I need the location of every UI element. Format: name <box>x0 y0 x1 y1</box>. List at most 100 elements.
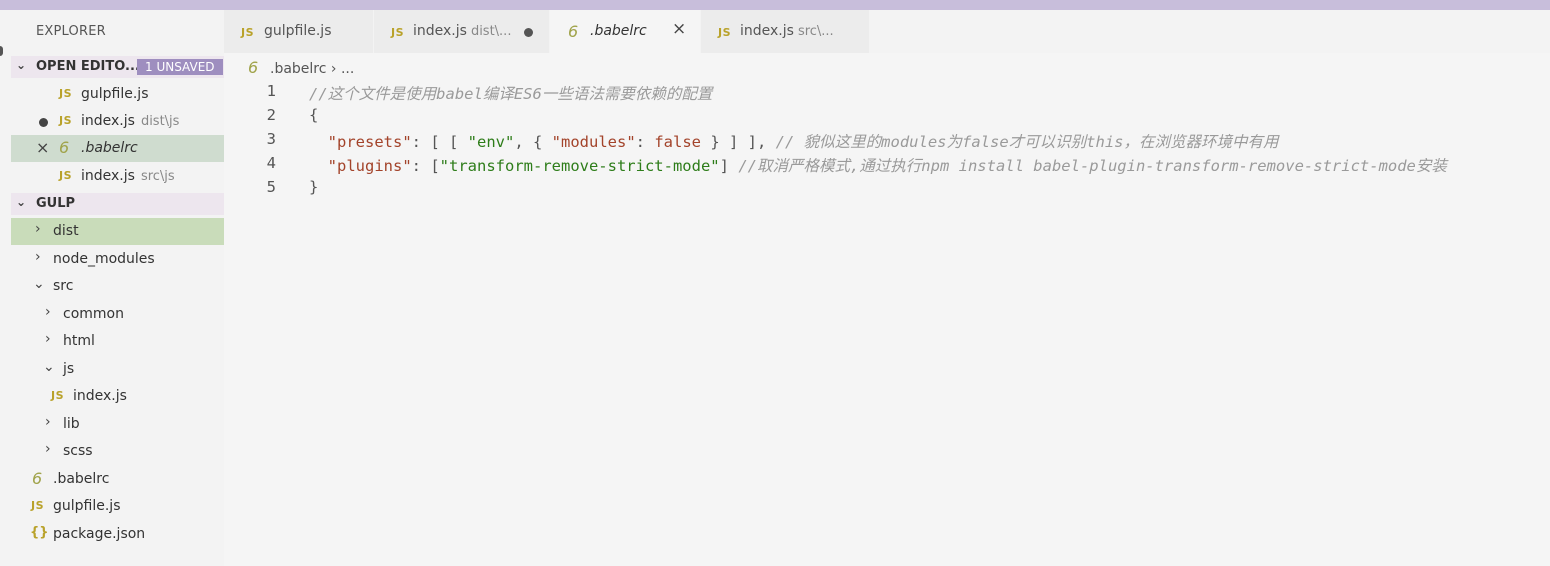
code-line: 3 "presets": [ [ "env", { "modules": fal… <box>224 128 1550 152</box>
open-editor-index-src[interactable]: JS index.js src\js <box>11 163 224 190</box>
open-editor-path: src\js <box>140 169 175 184</box>
edge-indicator <box>0 46 3 56</box>
tree-label: js <box>63 361 75 377</box>
tree-folder-lib[interactable]: › lib <box>11 411 224 438</box>
open-editor-index-dist[interactable]: JS index.js dist\js <box>11 108 224 135</box>
line-number: 3 <box>266 130 276 148</box>
tree-label: index.js <box>73 388 127 404</box>
tree-label: .babelrc <box>53 471 110 487</box>
tree-folder-common[interactable]: › common <box>11 301 224 328</box>
js-file-icon: JS <box>241 26 255 39</box>
code-key: "plugins" <box>327 157 412 175</box>
tab-label: index.js src\... <box>740 23 834 39</box>
tree-file-index-js[interactable]: JS index.js <box>11 383 224 410</box>
title-bar <box>0 0 1550 10</box>
tree-folder-node-modules[interactable]: › node_modules <box>11 246 224 273</box>
chevron-down-icon: ⌄ <box>16 195 27 209</box>
code-line: 5 } <box>224 176 1550 200</box>
babel-file-icon: 6 <box>568 22 579 41</box>
js-file-icon: JS <box>718 26 732 39</box>
code-line: 4 "plugins": ["transform-remove-strict-m… <box>224 152 1550 176</box>
code-comment: // 貌似这里的modules为false才可以识别this，在浏览器环境中有用 <box>775 133 1279 151</box>
code-line: 1 //这个文件是使用babel编译ES6一些语法需要依赖的配置 <box>224 80 1550 104</box>
chevron-down-icon: ⌄ <box>43 359 55 375</box>
open-editors-title: OPEN EDITO... <box>36 59 140 74</box>
json-file-icon: {} <box>30 525 49 540</box>
tree-file-babelrc[interactable]: 6 .babelrc <box>11 466 224 493</box>
tree-folder-js[interactable]: ⌄ js <box>11 356 224 383</box>
js-file-icon: JS <box>391 26 405 39</box>
explorer-title: EXPLORER <box>36 24 106 39</box>
tab-babelrc[interactable]: 6 .babelrc × <box>550 10 701 53</box>
chevron-down-icon: ⌄ <box>33 276 45 292</box>
tab-label: gulpfile.js <box>264 23 332 39</box>
code-string: "transform-remove-strict-mode" <box>439 157 720 175</box>
code-boolean: false <box>654 133 702 151</box>
open-editor-label: index.js dist\js <box>81 113 180 129</box>
tree-label: lib <box>63 416 80 432</box>
chevron-down-icon: ⌄ <box>16 58 27 72</box>
tree-label: src <box>53 278 74 294</box>
close-icon[interactable]: × <box>672 19 686 39</box>
code-editor[interactable]: 6 .babelrc › ... 1 //这个文件是使用babel编译ES6一些语… <box>224 53 1550 566</box>
tree-folder-scss[interactable]: › scss <box>11 438 224 465</box>
tree-label: node_modules <box>53 251 155 267</box>
tab-path: dist\... <box>470 24 512 39</box>
code-comment: //这个文件是使用babel编译ES6一些语法需要依赖的配置 <box>309 85 713 103</box>
tree-label: html <box>63 333 95 349</box>
editor-tab-bar: JS gulpfile.js JS index.js dist\... 6 .ba… <box>224 10 1550 53</box>
line-number: 1 <box>266 82 276 100</box>
code-brace: } <box>309 178 319 196</box>
code-key: "presets" <box>327 133 412 151</box>
line-number: 4 <box>266 154 276 172</box>
tree-folder-dist[interactable]: › dist <box>11 218 224 245</box>
tab-label: index.js dist\... <box>413 23 512 39</box>
babel-file-icon: 6 <box>59 138 70 157</box>
tree-label: scss <box>63 443 93 459</box>
open-editor-label: .babelrc <box>81 140 138 156</box>
open-editor-gulpfile[interactable]: JS gulpfile.js <box>11 81 224 108</box>
code-brace: { <box>309 106 319 124</box>
tree-label: common <box>63 306 124 322</box>
tab-label: .babelrc <box>590 23 647 39</box>
breadcrumb-more[interactable]: ... <box>341 61 354 77</box>
open-editor-label: index.js src\js <box>81 168 175 184</box>
tab-gulpfile[interactable]: JS gulpfile.js <box>224 10 374 53</box>
explorer-sidebar: EXPLORER ⌄ OPEN EDITO... 1 UNSAVED JS gu… <box>11 10 224 566</box>
tree-label: gulpfile.js <box>53 498 121 514</box>
vscode-window: EXPLORER ⌄ OPEN EDITO... 1 UNSAVED JS gu… <box>0 0 1550 566</box>
chevron-right-icon: › <box>35 221 41 237</box>
activity-edge <box>0 10 11 566</box>
code-line: 2 { <box>224 104 1550 128</box>
chevron-right-icon: › <box>35 249 41 265</box>
open-editors-header[interactable]: ⌄ OPEN EDITO... 1 UNSAVED <box>11 56 224 78</box>
tab-index-dist[interactable]: JS index.js dist\... <box>374 10 550 53</box>
open-editor-babelrc[interactable]: × 6 .babelrc <box>11 135 224 162</box>
chevron-right-icon: › <box>45 304 51 320</box>
tree-folder-src[interactable]: ⌄ src <box>11 273 224 300</box>
gulp-folder-header[interactable]: ⌄ GULP <box>11 193 224 215</box>
tree-label: package.json <box>53 526 146 542</box>
tab-index-src[interactable]: JS index.js src\... <box>701 10 870 53</box>
breadcrumb-file[interactable]: .babelrc <box>270 61 326 77</box>
code-key: "modules" <box>551 133 636 151</box>
js-file-icon: JS <box>59 87 73 100</box>
line-number: 2 <box>266 106 276 124</box>
babel-file-icon: 6 <box>32 469 43 488</box>
tree-label: dist <box>53 223 79 239</box>
gulp-folder-title: GULP <box>36 196 76 211</box>
chevron-right-icon: › <box>45 331 51 347</box>
unsaved-dot-icon[interactable] <box>524 28 533 37</box>
unsaved-dot-icon[interactable] <box>39 118 48 127</box>
tree-file-gulpfile[interactable]: JS gulpfile.js <box>11 493 224 520</box>
tree-file-package-json[interactable]: {} package.json <box>11 521 224 548</box>
breadcrumb: 6 .babelrc › ... <box>248 58 354 77</box>
code-comment: //取消严格模式,通过执行npm install babel-plugin-tr… <box>738 157 1447 175</box>
code-string: "env" <box>467 133 515 151</box>
close-icon[interactable]: × <box>36 138 49 157</box>
tree-folder-html[interactable]: › html <box>11 328 224 355</box>
tab-path: src\... <box>797 24 834 39</box>
chevron-right-icon: › <box>45 441 51 457</box>
js-file-icon: JS <box>59 114 73 127</box>
js-file-icon: JS <box>59 169 73 182</box>
